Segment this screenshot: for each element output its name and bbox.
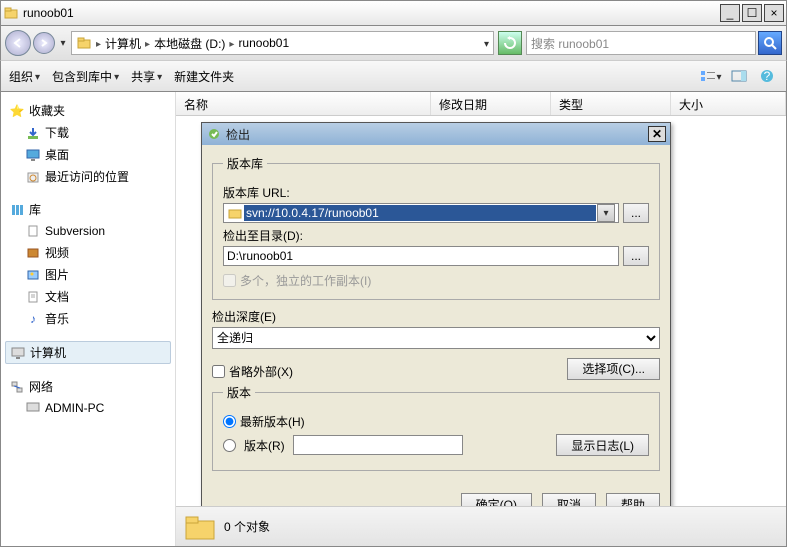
sidebar-item-downloads[interactable]: 下载 bbox=[5, 122, 171, 143]
multi-checkbox bbox=[223, 274, 236, 287]
column-size[interactable]: 大小 bbox=[671, 92, 786, 115]
breadcrumb-sep[interactable] bbox=[96, 36, 101, 50]
revision-legend: 版本 bbox=[223, 384, 255, 401]
new-folder-button[interactable]: 新建文件夹 bbox=[174, 68, 234, 85]
svg-text:?: ? bbox=[764, 69, 771, 83]
repository-legend: 版本库 bbox=[223, 155, 267, 172]
status-text: 0 个对象 bbox=[224, 518, 270, 535]
head-label: 最新版本(H) bbox=[240, 413, 305, 430]
page-icon bbox=[25, 223, 41, 239]
url-value: svn://10.0.4.17/runoob01 bbox=[244, 205, 596, 221]
repository-group: 版本库 版本库 URL: svn://10.0.4.17/runoob01 ..… bbox=[212, 155, 660, 300]
revision-label: 版本(R) bbox=[244, 437, 285, 454]
sidebar-item-adminpc[interactable]: ADMIN-PC bbox=[5, 398, 171, 418]
folder-icon bbox=[227, 205, 243, 221]
window-title: runoob01 bbox=[19, 6, 718, 20]
help-button[interactable]: ? bbox=[756, 66, 778, 86]
maximize-button[interactable]: ☐ bbox=[742, 4, 762, 22]
preview-pane-button[interactable] bbox=[728, 66, 750, 86]
computer-header[interactable]: 计算机 bbox=[5, 341, 171, 364]
choose-items-button[interactable]: 选择项(C)... bbox=[567, 358, 660, 380]
minimize-button[interactable]: _ bbox=[720, 4, 740, 22]
sidebar-item-subversion[interactable]: Subversion bbox=[5, 221, 171, 241]
navigation-pane: ⭐收藏夹 下载 桌面 最近访问的位置 库 Subversion 视频 图片 文档… bbox=[1, 92, 176, 546]
checkout-icon bbox=[206, 126, 222, 142]
breadcrumb-item[interactable]: 本地磁盘 (D:) bbox=[154, 35, 225, 52]
content-area: 名称 修改日期 类型 大小 检出 ✕ 版本库 版本库 URL: bbox=[176, 92, 786, 546]
url-dropdown-button[interactable] bbox=[597, 204, 615, 222]
column-type[interactable]: 类型 bbox=[551, 92, 671, 115]
sidebar-item-videos[interactable]: 视频 bbox=[5, 242, 171, 263]
breadcrumb-item[interactable]: runoob01 bbox=[238, 36, 289, 50]
picture-icon bbox=[25, 267, 41, 283]
share-menu[interactable]: 共享 bbox=[131, 68, 162, 85]
close-button[interactable]: × bbox=[764, 4, 784, 22]
dir-browse-button[interactable]: ... bbox=[623, 246, 649, 266]
revision-input[interactable] bbox=[293, 435, 463, 455]
folder-icon bbox=[3, 5, 19, 21]
dialog-close-button[interactable]: ✕ bbox=[648, 126, 666, 142]
url-browse-button[interactable]: ... bbox=[623, 203, 649, 223]
url-combo[interactable]: svn://10.0.4.17/runoob01 bbox=[223, 203, 619, 223]
search-button[interactable] bbox=[758, 31, 782, 55]
head-radio[interactable] bbox=[223, 415, 236, 428]
multi-label: 多个，独立的工作副本(I) bbox=[240, 272, 371, 289]
depth-select[interactable]: 全递归 bbox=[212, 327, 660, 349]
organize-menu[interactable]: 组织 bbox=[9, 68, 40, 85]
star-icon: ⭐ bbox=[9, 103, 25, 119]
checkout-dialog: 检出 ✕ 版本库 版本库 URL: svn://10.0.4.17/runoob… bbox=[201, 122, 671, 526]
folder-icon bbox=[184, 513, 216, 541]
breadcrumb-item[interactable]: 计算机 bbox=[105, 35, 141, 52]
breadcrumb-sep[interactable] bbox=[229, 36, 234, 50]
status-bar: 0 个对象 bbox=[176, 506, 786, 546]
music-icon: ♪ bbox=[25, 311, 41, 327]
column-date[interactable]: 修改日期 bbox=[431, 92, 551, 115]
sidebar-item-documents[interactable]: 文档 bbox=[5, 286, 171, 307]
omit-externals-label: 省略外部(X) bbox=[229, 363, 293, 380]
recent-icon bbox=[25, 169, 41, 185]
dialog-titlebar[interactable]: 检出 ✕ bbox=[202, 123, 670, 145]
search-input[interactable]: 搜索 runoob01 bbox=[526, 31, 756, 55]
show-log-button[interactable]: 显示日志(L) bbox=[556, 434, 649, 456]
sidebar-item-music[interactable]: ♪音乐 bbox=[5, 308, 171, 329]
view-options-button[interactable] bbox=[700, 66, 722, 86]
toolbar: 组织 包含到库中 共享 新建文件夹 ? bbox=[0, 60, 787, 92]
column-headers: 名称 修改日期 类型 大小 bbox=[176, 92, 786, 116]
dir-label: 检出至目录(D): bbox=[223, 227, 649, 244]
favorites-header[interactable]: ⭐收藏夹 bbox=[5, 100, 171, 121]
depth-label: 检出深度(E) bbox=[212, 308, 660, 325]
computer-icon bbox=[25, 400, 41, 416]
include-menu[interactable]: 包含到库中 bbox=[52, 68, 119, 85]
network-icon bbox=[9, 379, 25, 395]
breadcrumb-sep[interactable] bbox=[145, 36, 150, 50]
address-bar[interactable]: 计算机 本地磁盘 (D:) runoob01 bbox=[71, 31, 494, 55]
network-header[interactable]: 网络 bbox=[5, 376, 171, 397]
sidebar-item-recent[interactable]: 最近访问的位置 bbox=[5, 166, 171, 187]
back-button[interactable] bbox=[5, 30, 31, 56]
dir-input[interactable] bbox=[223, 246, 619, 266]
document-icon bbox=[25, 289, 41, 305]
revision-radio[interactable] bbox=[223, 439, 236, 452]
sidebar-item-pictures[interactable]: 图片 bbox=[5, 264, 171, 285]
nav-history-dropdown[interactable] bbox=[57, 32, 69, 54]
omit-externals-checkbox[interactable] bbox=[212, 365, 225, 378]
revision-group: 版本 最新版本(H) 版本(R) 显示日志(L) bbox=[212, 384, 660, 471]
library-icon bbox=[9, 202, 25, 218]
video-icon bbox=[25, 245, 41, 261]
folder-icon bbox=[76, 35, 92, 51]
window-titlebar: runoob01 _ ☐ × bbox=[0, 0, 787, 26]
desktop-icon bbox=[25, 147, 41, 163]
nav-bar: 计算机 本地磁盘 (D:) runoob01 搜索 runoob01 bbox=[0, 26, 787, 60]
sidebar-item-desktop[interactable]: 桌面 bbox=[5, 144, 171, 165]
refresh-button[interactable] bbox=[498, 31, 522, 55]
address-dropdown[interactable] bbox=[484, 36, 489, 50]
download-icon bbox=[25, 125, 41, 141]
computer-icon bbox=[10, 345, 26, 361]
url-label: 版本库 URL: bbox=[223, 184, 649, 201]
column-name[interactable]: 名称 bbox=[176, 92, 431, 115]
forward-button[interactable] bbox=[33, 32, 55, 54]
libraries-header[interactable]: 库 bbox=[5, 199, 171, 220]
dialog-title: 检出 bbox=[226, 126, 644, 143]
